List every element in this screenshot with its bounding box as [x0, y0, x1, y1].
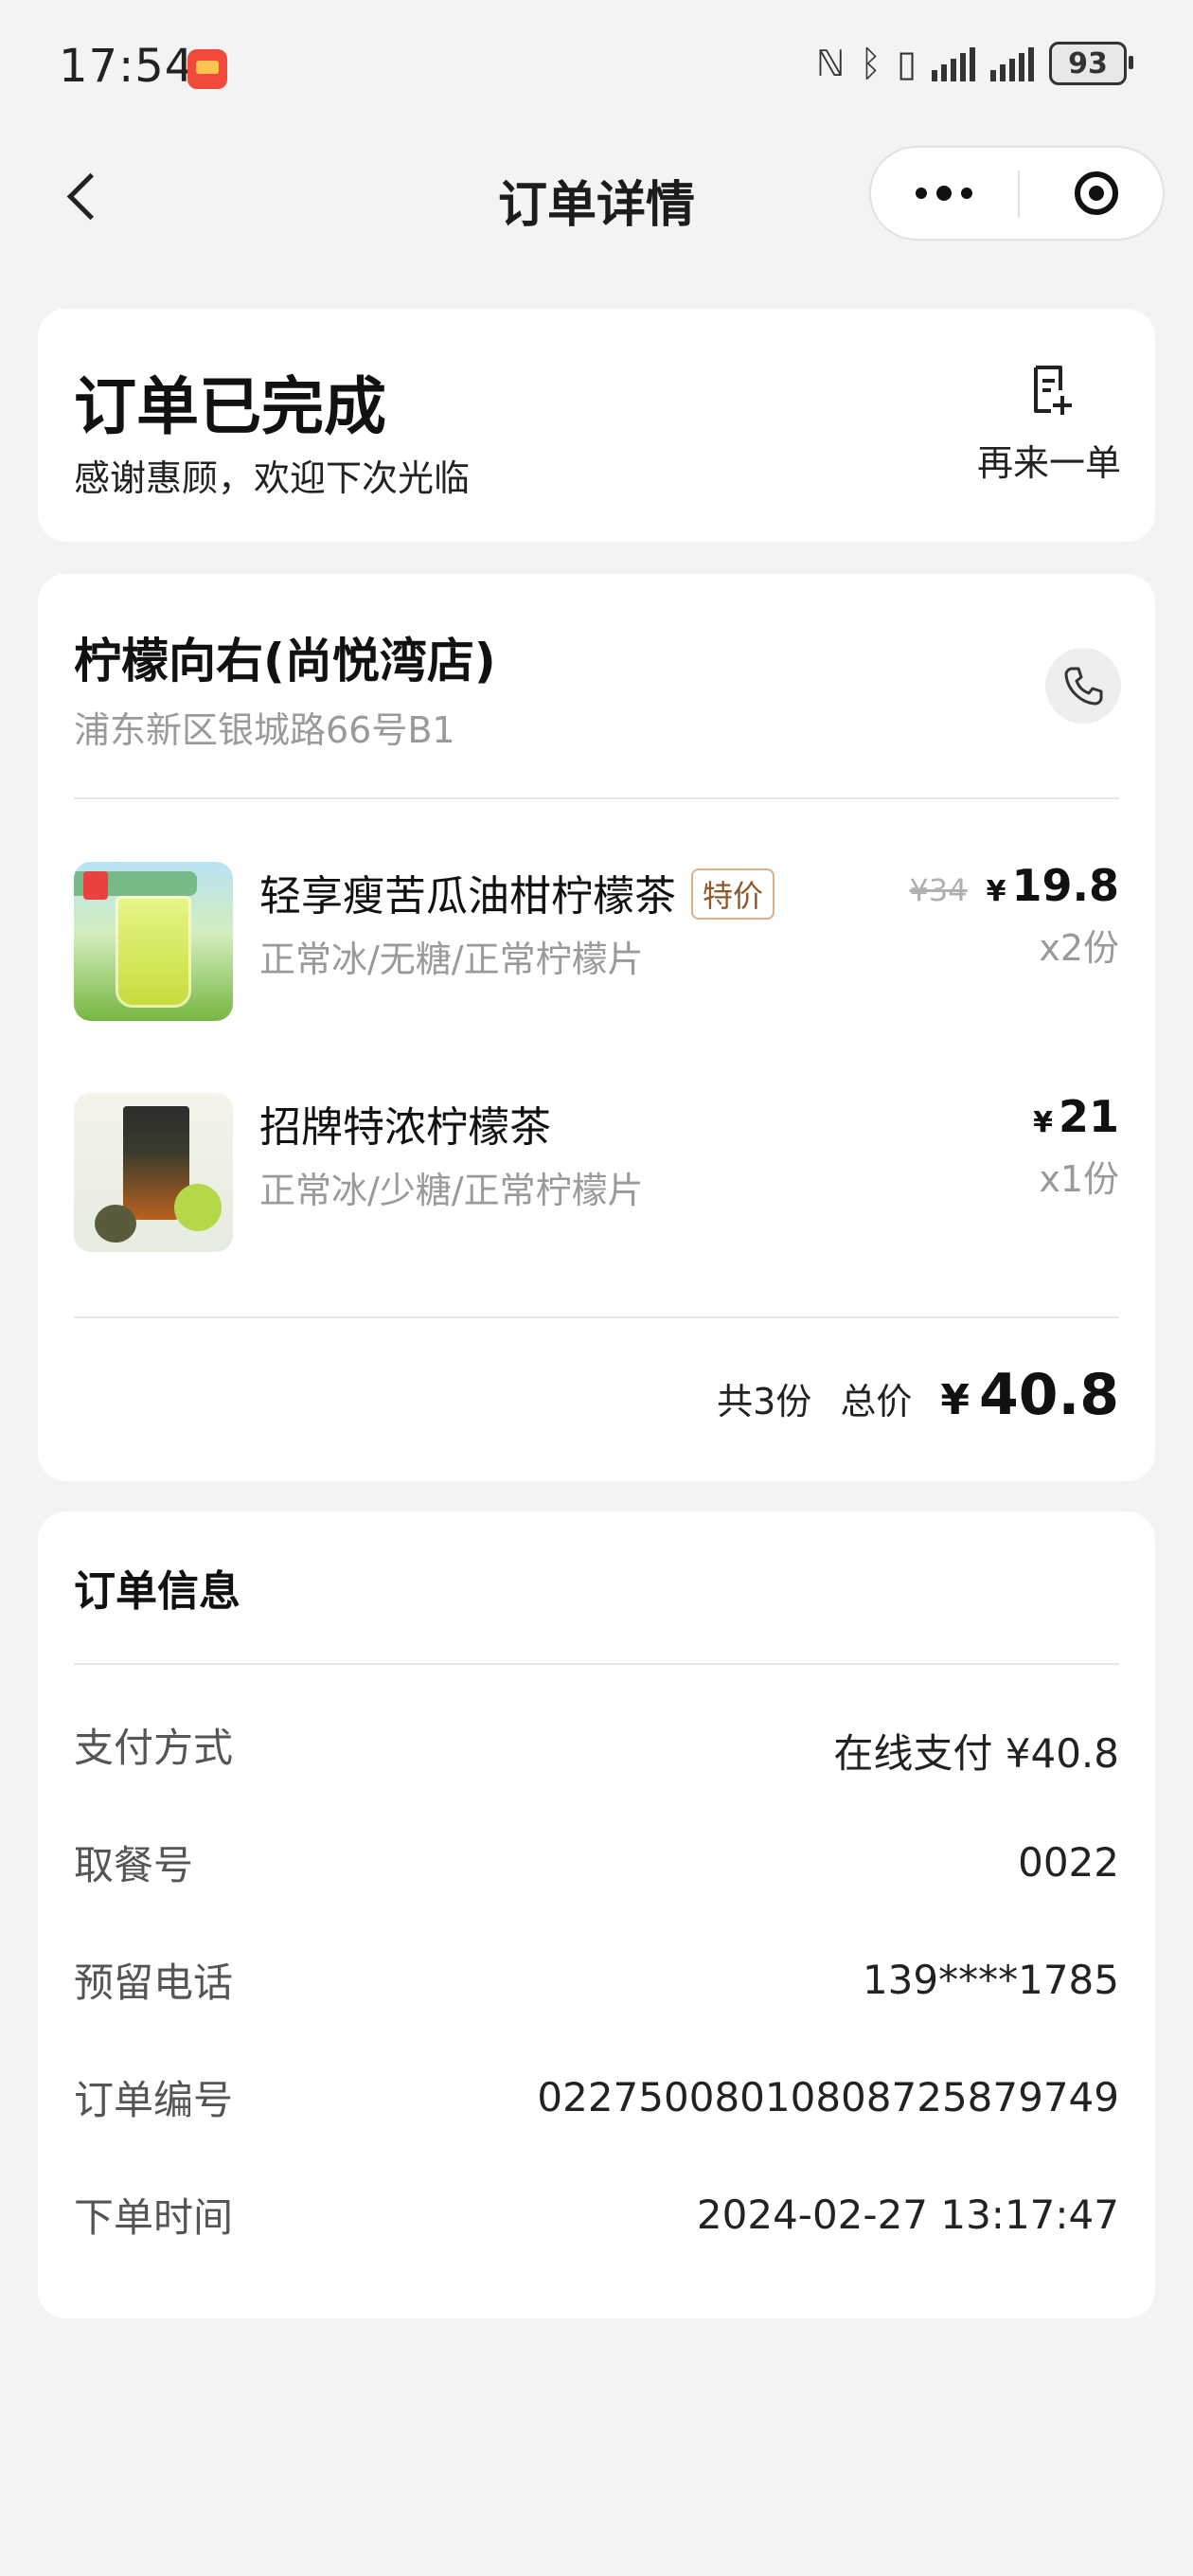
reorder-button[interactable]: 再来一单 — [954, 362, 1144, 504]
order-total-row: 共3份 总价 ¥40.8 — [717, 1362, 1119, 1428]
payment-method-row: 支付方式 在线支付 ¥40.8 — [74, 1716, 1119, 1777]
item-name-wrap: 轻享瘦苦瓜油柑柠檬茶 特价 — [259, 862, 775, 922]
info-value: 在线支付 ¥40.8 — [833, 1730, 1119, 1777]
total-label: 总价 — [840, 1381, 913, 1422]
order-time-row: 下单时间 2024-02-27 13:17:47 — [74, 2186, 1119, 2243]
signal-icon — [932, 45, 975, 81]
reorder-label: 再来一单 — [976, 442, 1121, 484]
phone-row: 预留电话 139****1785 — [74, 1951, 1119, 2008]
store-address: 浦东新区银城路66号B1 — [74, 709, 455, 751]
order-item[interactable]: 招牌特浓柠檬茶 正常冰/少糖/正常柠檬片 ¥21 x1份 — [74, 1091, 1119, 1254]
product-image — [74, 1093, 233, 1252]
more-icon[interactable] — [871, 148, 1017, 239]
item-price: ¥21 — [1033, 1091, 1119, 1142]
total-price: ¥40.8 — [940, 1362, 1119, 1428]
item-price-row: ¥21 — [1033, 1091, 1119, 1142]
vibrate-icon: ▯ — [897, 43, 917, 84]
total-count: 共3份 — [717, 1381, 812, 1422]
info-label: 取餐号 — [74, 1842, 194, 1888]
info-label: 预留电话 — [74, 1959, 234, 2006]
divider — [74, 1316, 1119, 1318]
order-item[interactable]: 轻享瘦苦瓜油柑柠檬茶 特价 正常冰/无糖/正常柠檬片 ¥34 ¥19.8 x2份 — [74, 860, 1119, 1023]
item-name: 招牌特浓柠檬茶 — [259, 1103, 551, 1152]
order-status-card: 订单已完成 感谢惠顾，欢迎下次光临 再来一单 — [38, 309, 1155, 542]
battery-icon: 93 — [1049, 42, 1133, 85]
item-spec: 正常冰/少糖/正常柠檬片 — [259, 1170, 644, 1211]
status-icons: ℕ ᛒ ▯ 93 — [815, 42, 1133, 85]
info-value: 0022 — [1018, 1839, 1119, 1886]
store-name[interactable]: 柠檬向右(尚悦湾店) — [74, 623, 496, 691]
info-label: 支付方式 — [74, 1725, 234, 1771]
info-value[interactable]: 02275008010808725879749 — [537, 2074, 1119, 2120]
status-bar: 17:54 ℕ ᛒ ▯ 93 — [0, 0, 1193, 133]
original-price: ¥34 — [909, 872, 968, 908]
reorder-icon — [1026, 362, 1072, 415]
bluetooth-icon: ᛒ — [860, 43, 882, 84]
phone-icon — [1064, 667, 1103, 706]
call-store-button[interactable] — [1045, 648, 1121, 724]
info-label: 下单时间 — [74, 2194, 234, 2241]
nfc-icon: ℕ — [815, 43, 846, 84]
info-value: 2024-02-27 13:17:47 — [696, 2191, 1119, 2238]
signal-icon — [990, 45, 1034, 81]
order-status-title: 订单已完成 — [74, 370, 386, 443]
nav-bar: 订单详情 — [0, 142, 1193, 246]
divider — [74, 1663, 1119, 1665]
item-price-row: ¥34 ¥19.8 — [910, 860, 1119, 911]
battery-level: 93 — [1068, 46, 1108, 80]
special-price-badge: 特价 — [691, 868, 775, 920]
app-notification-icon — [187, 49, 227, 89]
status-time: 17:54 — [59, 40, 195, 93]
info-label: 订单编号 — [74, 2077, 234, 2123]
pickup-number-row: 取餐号 0022 — [74, 1834, 1119, 1890]
order-number-row: 订单编号 02275008010808725879749 — [74, 2068, 1119, 2125]
store-order-card: 柠檬向右(尚悦湾店) 浦东新区银城路66号B1 轻享瘦苦瓜油柑柠檬茶 特价 正常冰… — [38, 574, 1155, 1481]
order-info-card: 订单信息 支付方式 在线支付 ¥40.8 取餐号 0022 预留电话 139**… — [38, 1512, 1155, 2318]
item-price: ¥19.8 — [986, 860, 1119, 911]
item-quantity: x2份 — [1039, 927, 1119, 969]
item-name: 轻享瘦苦瓜油柑柠檬茶 — [259, 872, 676, 921]
divider — [74, 797, 1119, 799]
product-image — [74, 862, 233, 1021]
item-quantity: x1份 — [1039, 1158, 1119, 1200]
close-miniprogram-icon[interactable] — [1030, 148, 1163, 239]
capsule-divider — [1018, 170, 1020, 218]
order-status-subtitle: 感谢惠顾，欢迎下次光临 — [74, 457, 471, 499]
item-spec: 正常冰/无糖/正常柠檬片 — [259, 939, 644, 980]
order-info-title: 订单信息 — [74, 1567, 240, 1616]
info-value: 139****1785 — [862, 1957, 1119, 2003]
mini-program-capsule — [869, 146, 1165, 241]
